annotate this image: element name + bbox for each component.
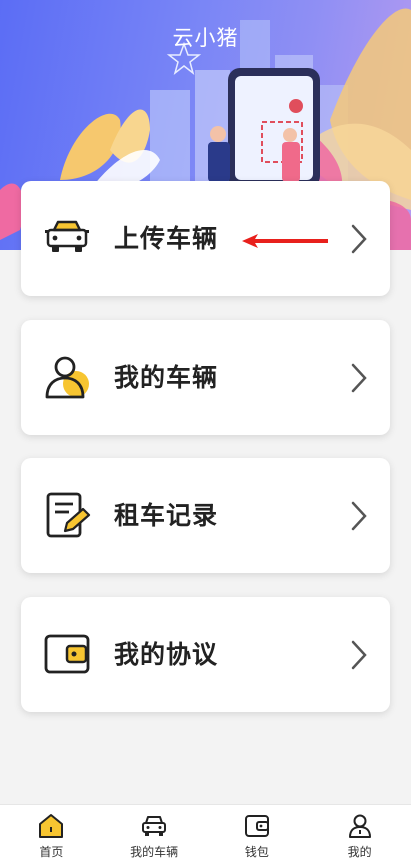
car-icon (142, 816, 167, 836)
chevron-right-icon (351, 363, 367, 393)
menu-upload-vehicle[interactable]: 上传车辆 (21, 181, 390, 296)
menu-my-agreements[interactable]: 我的协议 (21, 597, 390, 712)
tab-my-vehicles[interactable]: 我的车辆 (103, 805, 206, 866)
menu-label: 我的车辆 (114, 363, 219, 392)
home-icon (39, 814, 64, 838)
tab-label: 首页 (39, 845, 64, 859)
bottom-tab-bar: 首页 我的车辆 钱包 我的 (0, 804, 411, 866)
wallet-icon (44, 634, 90, 674)
arrow-annotation (242, 234, 328, 248)
tab-label: 我的车辆 (130, 845, 179, 859)
menu-label: 上传车辆 (114, 224, 219, 253)
tab-mine[interactable]: 我的 (308, 805, 411, 866)
app-title: 云小猪 (172, 26, 239, 50)
menu-label: 租车记录 (114, 501, 219, 530)
wallet-icon (244, 815, 269, 837)
tab-label: 我的 (347, 845, 372, 859)
menu-my-vehicles[interactable]: 我的车辆 (21, 320, 390, 435)
chevron-right-icon (351, 501, 367, 531)
menu-label: 我的协议 (114, 640, 219, 669)
chevron-right-icon (351, 224, 367, 254)
tab-wallet[interactable]: 钱包 (206, 805, 309, 866)
tab-home[interactable]: 首页 (0, 805, 103, 866)
user-icon (348, 814, 371, 838)
document-edit-icon (46, 492, 91, 538)
menu-rental-records[interactable]: 租车记录 (21, 458, 390, 573)
tab-label: 钱包 (244, 845, 269, 859)
car-icon (45, 220, 89, 252)
user-icon (45, 356, 89, 399)
chevron-right-icon (351, 640, 367, 670)
